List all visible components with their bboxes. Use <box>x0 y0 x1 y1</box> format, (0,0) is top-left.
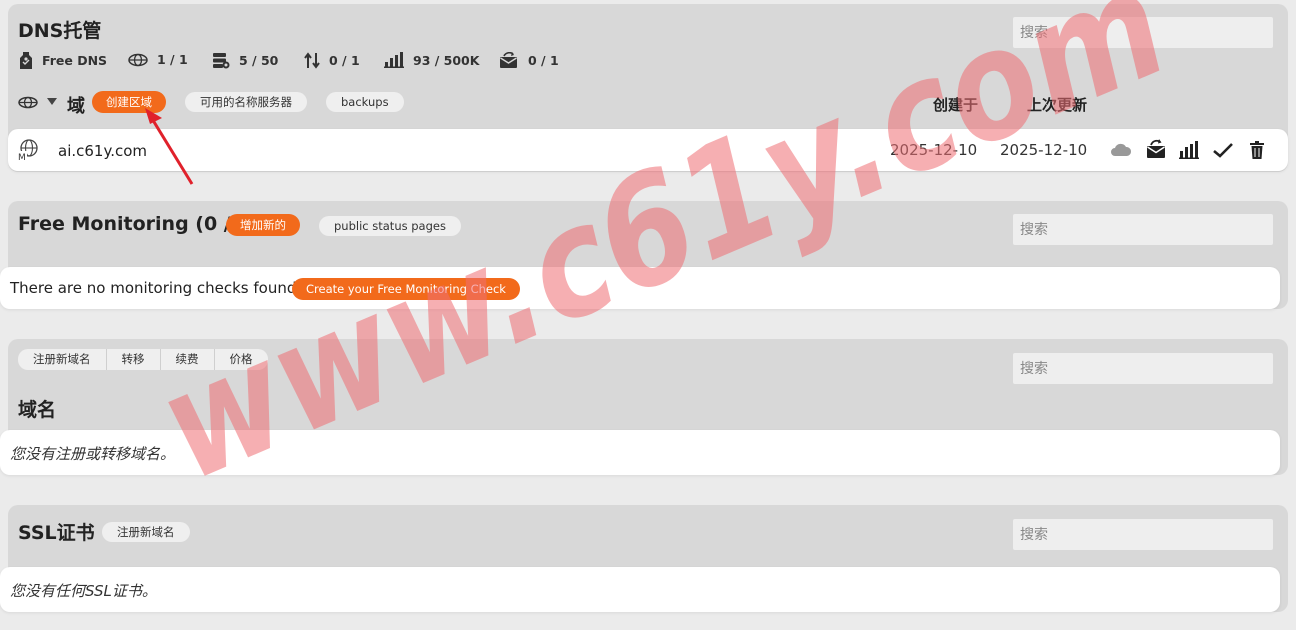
domain-column-label: 域 <box>67 96 85 117</box>
stat-queries: 93 / 500K <box>384 52 479 68</box>
globe-m-icon: M <box>17 139 38 161</box>
monitoring-empty-text: There are no monitoring checks found. <box>10 279 302 297</box>
tag-icon <box>20 52 32 69</box>
stat-plan: Free DNS <box>19 52 107 69</box>
domains-body: 您没有注册或转移域名。 <box>0 430 1280 475</box>
dns-title: DNS托管 <box>18 20 102 42</box>
statistics-action[interactable] <box>1179 141 1199 159</box>
backups-button[interactable]: backups <box>326 92 404 112</box>
mail-forward-icon <box>500 52 517 68</box>
cloud-icon <box>1111 143 1132 156</box>
status-pages-button[interactable]: public status pages <box>319 216 461 236</box>
stat-zones: 1 / 1 <box>128 52 188 67</box>
tab-transfer[interactable]: 转移 <box>107 349 161 370</box>
stat-queries-value: 93 / 500K <box>413 52 480 68</box>
domains-empty-text: 您没有注册或转移域名。 <box>10 445 176 463</box>
stat-records: 5 / 50 <box>212 52 278 69</box>
create-zone-button[interactable]: 创建区域 <box>92 91 166 113</box>
ssl-search-input[interactable] <box>1013 519 1273 550</box>
dns-search-input[interactable] <box>1013 17 1273 48</box>
add-monitor-button[interactable]: 增加新的 <box>226 214 300 236</box>
bar-chart-icon <box>384 52 404 68</box>
delete-action[interactable] <box>1250 141 1264 159</box>
zone-domain-link[interactable]: ai.c61y.com <box>58 142 147 160</box>
stat-records-value: 5 / 50 <box>239 53 279 68</box>
verify-action[interactable] <box>1213 143 1233 158</box>
chevron-down-icon[interactable] <box>47 98 57 105</box>
monitoring-title: Free Monitoring (0 / 1) <box>18 213 260 235</box>
monitoring-search-input[interactable] <box>1013 214 1273 245</box>
tab-pricing[interactable]: 价格 <box>215 349 268 370</box>
checkmark-icon <box>1213 143 1233 158</box>
zone-icon <box>128 53 148 66</box>
mail-forward-action[interactable] <box>1145 139 1167 159</box>
domains-search-input[interactable] <box>1013 353 1273 384</box>
dns-zone-row: M ai.c61y.com 2025-12-10 2025-12-10 <box>8 129 1288 171</box>
ssl-register-button[interactable]: 注册新域名 <box>102 522 190 542</box>
monitoring-body: There are no monitoring checks found. Cr… <box>0 267 1280 309</box>
stat-transfers: 0 / 1 <box>304 52 360 69</box>
domain-tabs: 注册新域名 转移 续费 价格 <box>18 349 268 370</box>
stat-plan-value: Free DNS <box>42 53 108 68</box>
server-records-icon <box>213 53 230 69</box>
stat-transfers-value: 0 / 1 <box>329 53 360 68</box>
tab-register-domain[interactable]: 注册新域名 <box>18 349 107 370</box>
tab-renew[interactable]: 续费 <box>161 349 215 370</box>
transfer-arrows-icon <box>304 52 320 69</box>
bar-chart-icon <box>1179 141 1199 159</box>
ssl-empty-text: 您没有任何SSL证书。 <box>10 582 157 600</box>
domains-title: 域名 <box>18 399 57 421</box>
ssl-title: SSL证书 <box>18 522 95 544</box>
stat-mail-forward: 0 / 1 <box>499 52 559 69</box>
mail-forward-icon <box>1147 139 1165 158</box>
ssl-body: 您没有任何SSL证书。 <box>0 567 1280 612</box>
updated-column-header[interactable]: 上次更新 <box>1027 94 1087 115</box>
created-column-header[interactable]: 创建于 <box>933 94 978 115</box>
trash-icon <box>1250 141 1264 159</box>
cloud-action[interactable] <box>1110 142 1132 157</box>
stat-mail-forward-value: 0 / 1 <box>528 53 559 68</box>
select-zone-icon[interactable] <box>18 96 38 109</box>
zone-created-date: 2025-12-10 <box>890 141 978 159</box>
zone-updated-date: 2025-12-10 <box>1000 141 1088 159</box>
svg-text:M: M <box>18 153 26 161</box>
stat-zones-value: 1 / 1 <box>157 52 188 67</box>
nameservers-button[interactable]: 可用的名称服务器 <box>185 92 307 112</box>
create-monitoring-check-button[interactable]: Create your Free Monitoring Check <box>292 278 520 300</box>
